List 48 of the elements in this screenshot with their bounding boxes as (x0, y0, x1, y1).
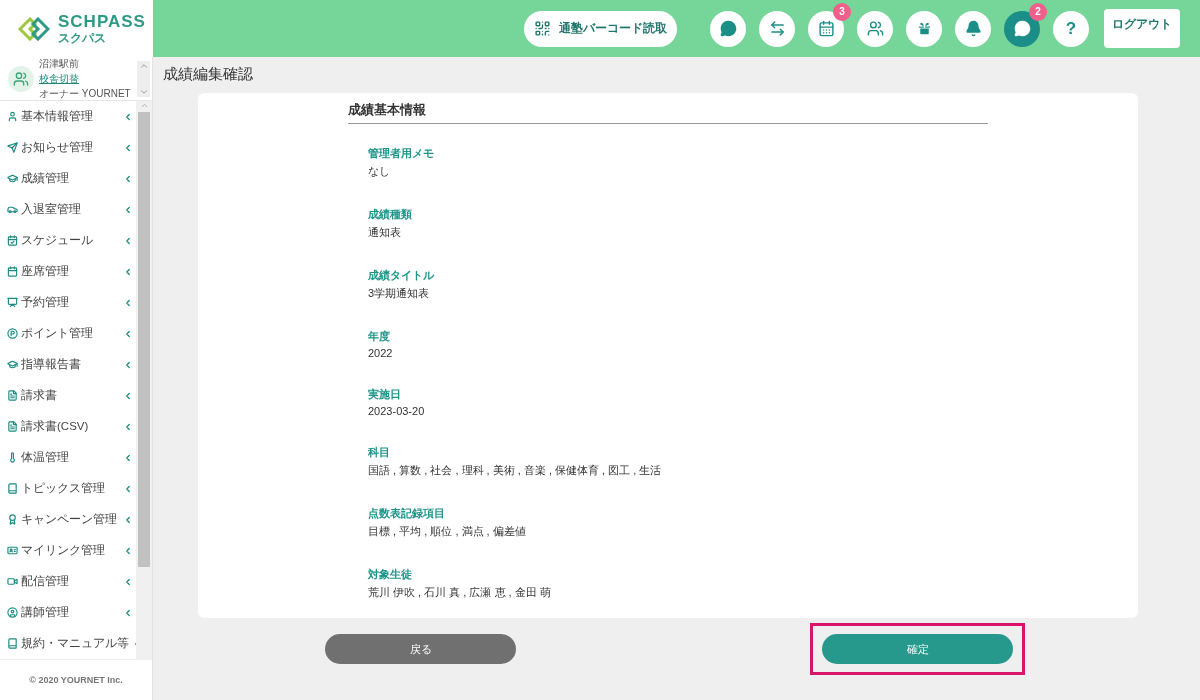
field-value: 目標 , 平均 , 順位 , 満点 , 偏差値 (368, 524, 527, 539)
field-label: 実施日 (368, 387, 402, 402)
copyright: © 2020 YOURNET Inc. (0, 659, 152, 700)
field-value: 通知表 (368, 225, 402, 240)
sidebar-item[interactable]: 講師管理 (0, 597, 136, 628)
sidebar-item[interactable]: 入退室管理 (0, 194, 136, 225)
logout-button[interactable]: ログアウト (1104, 9, 1180, 48)
sidebar-item[interactable]: 成績管理 (0, 163, 136, 194)
logo-name: SCHPASS (58, 13, 146, 30)
field-value: 2022 (368, 347, 394, 359)
section-title: 成績基本情報 (348, 101, 988, 124)
switch-school-link[interactable]: 校舎切替 (39, 71, 79, 86)
count-badge: 3 (833, 2, 851, 21)
sidebar-item[interactable]: 基本情報管理 (0, 101, 136, 132)
field-label: 成績種類 (368, 207, 413, 222)
field-value: 2023-03-20 (368, 405, 426, 417)
sidebar-item[interactable]: 予約管理 (0, 287, 136, 318)
logo-kana: スクパス (58, 32, 107, 44)
count-badge: 2 (1029, 2, 1047, 21)
sidebar-item[interactable]: トピックス管理 (0, 473, 136, 504)
page-title: 成績編集確認 (163, 65, 254, 84)
sidebar-item[interactable]: マイリンク管理 (0, 535, 136, 566)
sidebar-item[interactable]: 座席管理 (0, 256, 136, 287)
user-role: オーナー YOURNET (39, 86, 131, 101)
sidebar-item[interactable]: 請求書(CSV) (0, 411, 136, 442)
help-button[interactable]: ? (1053, 10, 1089, 47)
sidebar-item[interactable]: 配信管理 (0, 566, 136, 597)
school-name: 沼津駅前 (39, 57, 79, 71)
field-value: 荒川 伊吹 , 石川 真 , 広瀬 恵 , 金田 萌 (368, 585, 552, 600)
field-value: 3学期通知表 (368, 286, 431, 301)
field-label: 点数表記録項目 (368, 506, 446, 521)
sidebar-item[interactable]: 指導報告書 (0, 349, 136, 380)
sidebar-item[interactable]: スケジュール (0, 225, 136, 256)
back-button[interactable]: 戻る (325, 634, 516, 664)
sidebar-item[interactable]: 体温管理 (0, 442, 136, 473)
field-label: 科目 (368, 445, 391, 460)
sidebar-item[interactable]: ポイント管理 (0, 318, 136, 349)
field-value: 国語 , 算数 , 社会 , 理科 , 美術 , 音楽 , 保健体育 , 図工 , 生活 (368, 463, 663, 478)
sidebar-item[interactable]: キャンペーン管理 (0, 504, 136, 535)
barcode-button[interactable]: 通塾バーコード読取 (524, 10, 677, 47)
sidebar-item[interactable]: 請求書 (0, 380, 136, 411)
sidebar-item[interactable]: 規約・マニュアル等 (0, 628, 136, 659)
field-label: 管理者用メモ (368, 146, 435, 161)
sidebar-item[interactable]: お知らせ管理 (0, 132, 136, 163)
field-value: なし (368, 164, 391, 179)
field-label: 対象生徒 (368, 567, 413, 582)
field-label: 成績タイトル (368, 268, 435, 283)
field-label: 年度 (368, 329, 391, 344)
